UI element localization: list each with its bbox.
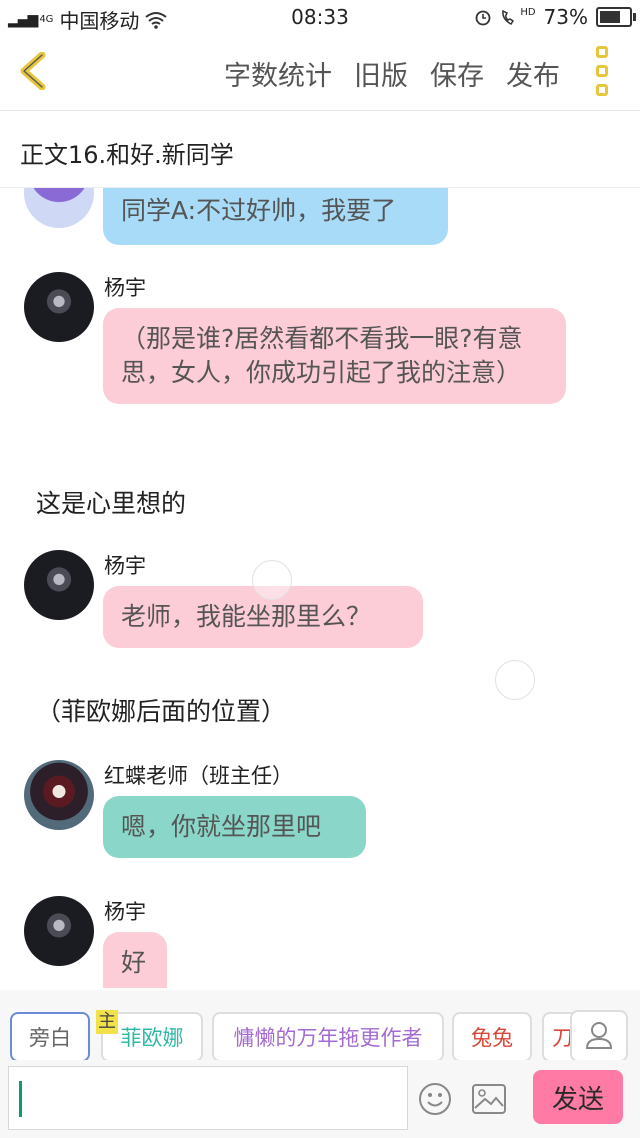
role-chip-label: 旁白 xyxy=(29,1026,71,1050)
send-button[interactable]: 发送 xyxy=(533,1070,623,1124)
speaker-name: 杨宇 xyxy=(104,900,146,924)
role-chip-tutu[interactable]: 兔兔 xyxy=(452,1012,532,1062)
save-button[interactable]: 保存 xyxy=(430,54,484,93)
alarm-icon xyxy=(475,10,491,26)
speaker-name: 红蝶老师（班主任） xyxy=(104,764,293,788)
word-count-button[interactable]: 字数统计 xyxy=(224,54,332,93)
avatar[interactable] xyxy=(24,550,94,620)
role-chip-label: 慵懒的万年拖更作者 xyxy=(233,1026,423,1050)
speaker-name: 杨宇 xyxy=(104,276,146,300)
battery-percent: 73% xyxy=(543,5,588,29)
role-selector-bar: 旁白 菲欧娜 主 慵懒的万年拖更作者 兔兔 刀 xyxy=(0,990,640,1062)
toolbar-actions: 字数统计 旧版 保存 发布 xyxy=(224,54,560,93)
editor-toolbar: 字数统计 旧版 保存 发布 xyxy=(0,32,640,111)
role-chip-label: 兔兔 xyxy=(471,1026,513,1050)
send-button-label: 发送 xyxy=(551,1084,604,1115)
battery-fill xyxy=(600,11,621,23)
narration-text[interactable]: 这是心里想的 xyxy=(36,484,186,520)
message-text: 老师，我能坐那里么？ xyxy=(121,602,372,631)
message-feed[interactable]: 同学A:不过好帅，我要了 杨宇 （那是谁?居然看都不看我一眼?有意思，女人，你成… xyxy=(0,188,640,988)
message-text: 嗯，你就坐那里吧 xyxy=(121,812,322,841)
chapter-title[interactable]: 正文16.和好.新同学 xyxy=(20,135,234,170)
narration-text[interactable]: （菲欧娜后面的位置） xyxy=(36,692,286,728)
role-chip-author[interactable]: 慵懒的万年拖更作者 xyxy=(212,1012,444,1062)
role-chip-label: 菲欧娜 xyxy=(120,1026,184,1050)
call-hd-icon xyxy=(502,9,515,25)
avatar[interactable] xyxy=(24,272,94,342)
hd-label: HD xyxy=(520,6,536,18)
avatar[interactable] xyxy=(24,760,94,830)
battery-icon xyxy=(596,7,636,27)
message-bubble[interactable]: 嗯，你就坐那里吧 xyxy=(103,796,366,858)
back-icon[interactable] xyxy=(16,52,50,90)
message-text: （那是谁?居然看都不看我一眼?有意思，女人，你成功引起了我的注意） xyxy=(121,324,523,387)
touch-indicator xyxy=(252,560,292,600)
main-role-badge: 主 xyxy=(96,1010,118,1034)
touch-indicator xyxy=(495,660,535,700)
avatar[interactable] xyxy=(24,896,94,966)
text-caret xyxy=(19,1081,22,1117)
publish-button[interactable]: 发布 xyxy=(506,54,560,93)
message-text: 同学A:不过好帅，我要了 xyxy=(121,196,397,225)
chapter-header: 正文16.和好.新同学 xyxy=(0,111,640,188)
input-bar: 发送 xyxy=(0,1060,640,1138)
message-text: 好 xyxy=(121,948,147,977)
user-icon xyxy=(585,1022,613,1049)
message-input[interactable] xyxy=(8,1066,408,1130)
message-bubble[interactable]: （那是谁?居然看都不看我一眼?有意思，女人，你成功引起了我的注意） xyxy=(103,308,566,404)
old-version-button[interactable]: 旧版 xyxy=(354,54,408,93)
more-menu-icon[interactable] xyxy=(596,46,612,96)
speaker-name: 杨宇 xyxy=(104,554,146,578)
status-bar: ▂▄▆ 4G 中国移动 08:33 HD 73% xyxy=(0,0,640,33)
message-bubble[interactable]: 同学A:不过好帅，我要了 xyxy=(103,188,448,245)
message-bubble[interactable]: 好 xyxy=(103,932,167,988)
emoji-icon[interactable] xyxy=(418,1082,452,1116)
image-icon[interactable] xyxy=(472,1084,506,1114)
avatar[interactable] xyxy=(24,188,94,228)
role-manager-button[interactable] xyxy=(570,1010,628,1062)
role-chip-narrator[interactable]: 旁白 xyxy=(10,1012,90,1062)
